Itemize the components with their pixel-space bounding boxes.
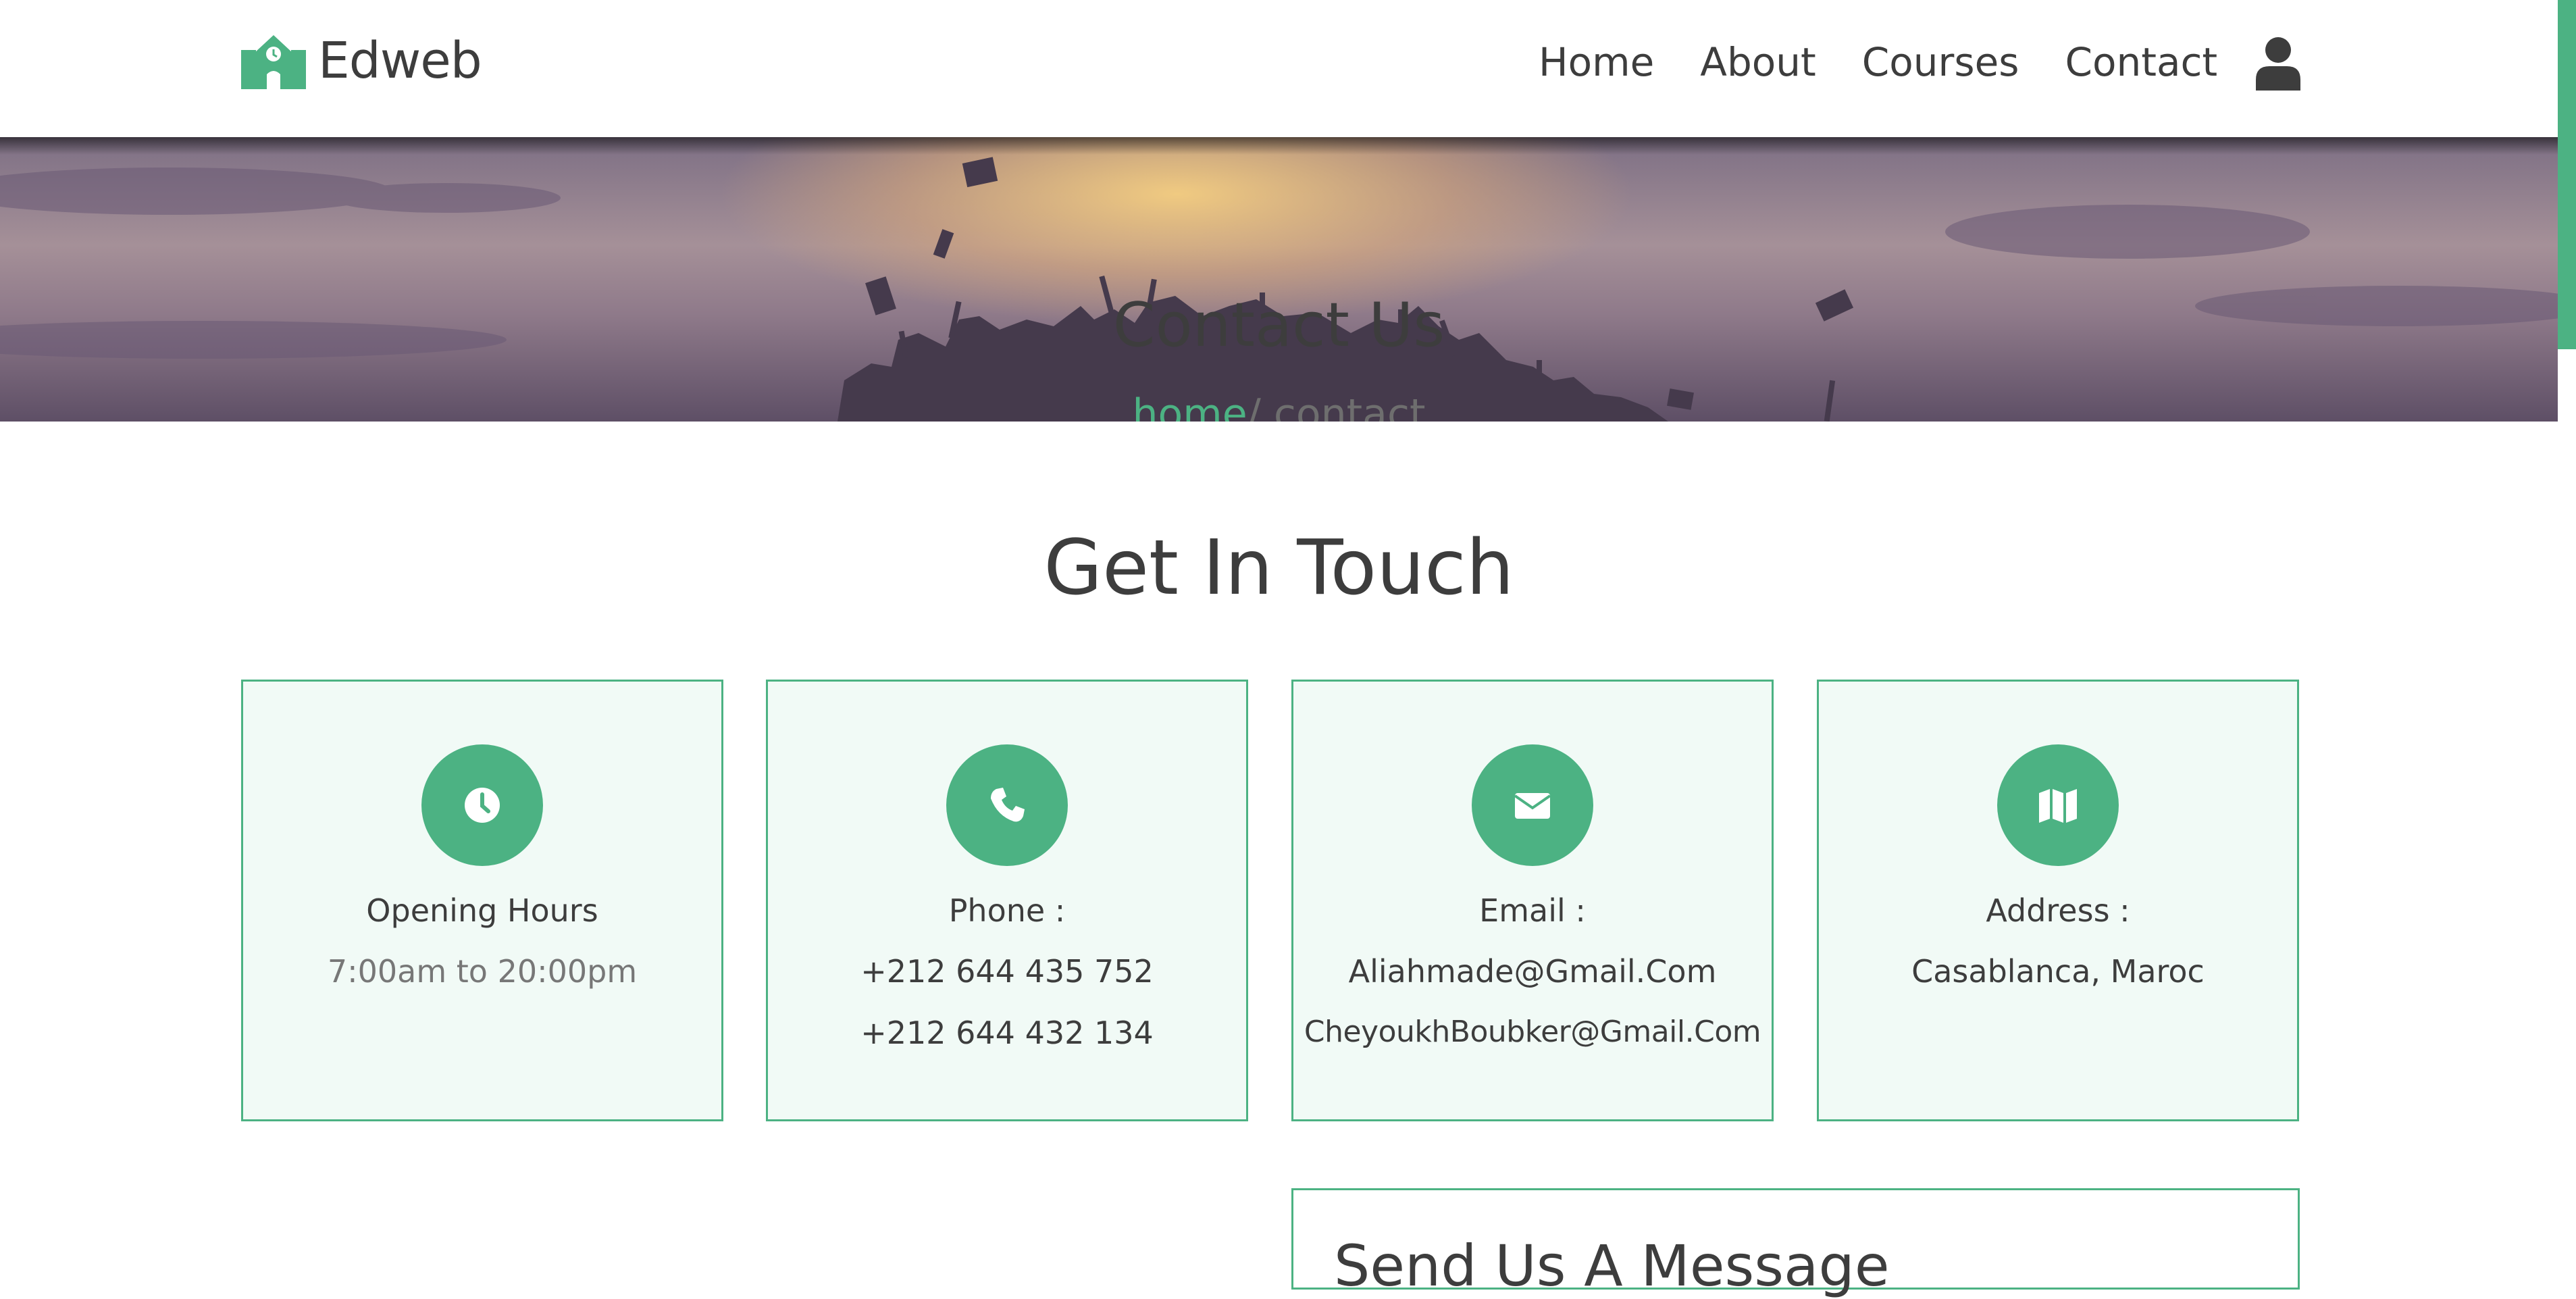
envelope-icon	[1514, 793, 1551, 819]
scrollbar-thumb[interactable]	[2558, 0, 2576, 349]
card-label: Opening Hours	[366, 892, 598, 929]
opening-hours-card: Opening Hours 7:00am to 20:00pm	[241, 680, 723, 1121]
breadcrumb-home-link[interactable]: home	[1133, 390, 1247, 422]
message-form: Send Us A Message	[1291, 1188, 2300, 1294]
phone-card: Phone : +212 644 435 752 +212 644 432 13…	[766, 680, 1248, 1121]
section-title: Get In Touch	[1044, 524, 1514, 612]
graduates-silhouette-image	[0, 157, 2558, 422]
email-address-2[interactable]: CheyoukhBoubker@Gmail.Com	[1293, 1015, 1772, 1049]
card-label: Address :	[1986, 892, 2130, 929]
icon-circle	[1997, 744, 2119, 866]
clock-icon	[465, 788, 500, 823]
icon-circle	[421, 744, 543, 866]
main-nav: Home About Courses Contact	[1539, 35, 2217, 89]
top-navbar: Edweb Home About Courses Contact	[0, 0, 2558, 137]
opening-hours-value: 7:00am to 20:00pm	[327, 953, 638, 990]
icon-circle	[1472, 744, 1593, 866]
map-icon	[2039, 789, 2077, 823]
breadcrumb: home/ contact	[0, 394, 2558, 422]
phone-number-1[interactable]: +212 644 435 752	[768, 953, 1246, 990]
email-card: Email : Aliahmade@Gmail.Com CheyoukhBoub…	[1291, 680, 1774, 1121]
card-label: Phone :	[948, 892, 1066, 929]
breadcrumb-separator: /	[1247, 390, 1261, 422]
phone-number-2[interactable]: +212 644 432 134	[768, 1015, 1246, 1051]
user-icon[interactable]	[2255, 36, 2302, 91]
nav-contact[interactable]: Contact	[2065, 35, 2217, 89]
brand-logo[interactable]: Edweb	[241, 32, 482, 89]
card-label: Email :	[1479, 892, 1586, 929]
school-icon	[241, 35, 306, 89]
message-form-title: Send Us A Message	[1334, 1233, 1890, 1299]
icon-circle	[946, 744, 1068, 866]
breadcrumb-current: contact	[1260, 390, 1426, 422]
nav-courses[interactable]: Courses	[1862, 35, 2019, 89]
address-value: Casablanca, Maroc	[1911, 953, 2205, 990]
nav-home[interactable]: Home	[1539, 35, 1654, 89]
page-title: Contact Us	[1112, 290, 1445, 361]
phone-icon	[991, 788, 1025, 822]
address-card: Address : Casablanca, Maroc	[1817, 680, 2299, 1121]
email-address-1[interactable]: Aliahmade@Gmail.Com	[1293, 953, 1772, 990]
brand-name: Edweb	[318, 32, 482, 90]
hero-banner: Contact Us home/ contact	[0, 137, 2558, 422]
nav-about[interactable]: About	[1700, 35, 1815, 89]
